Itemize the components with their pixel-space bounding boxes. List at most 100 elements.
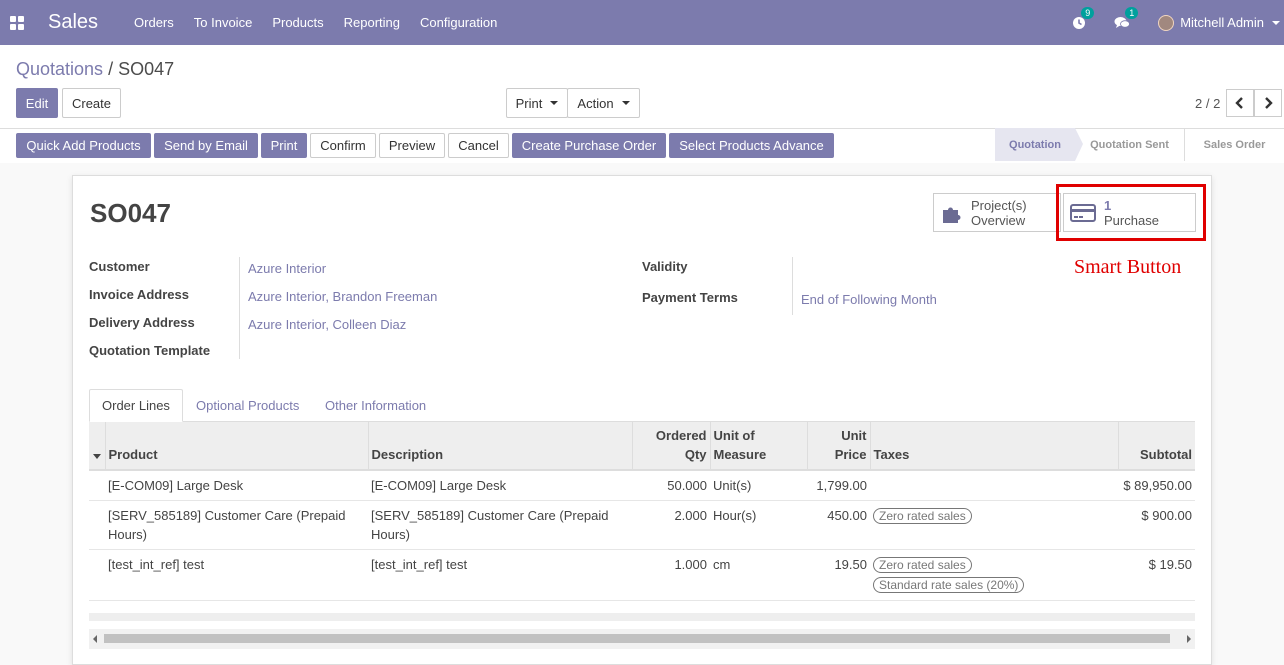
- create-button[interactable]: Create: [62, 88, 121, 118]
- cell-product[interactable]: [E-COM09] Large Desk: [105, 470, 368, 501]
- user-avatar: [1158, 14, 1175, 31]
- menu-products[interactable]: Products: [272, 15, 323, 30]
- cancel-button[interactable]: Cancel: [448, 133, 509, 158]
- cell-uom[interactable]: Unit(s): [710, 470, 807, 501]
- smart-button-highlight-box: [1056, 184, 1206, 241]
- horizontal-scrollbar[interactable]: [89, 629, 1195, 649]
- cell-price[interactable]: 450.00: [807, 500, 870, 550]
- tab-order-lines[interactable]: Order Lines: [89, 389, 183, 422]
- delivery-address-label: Delivery Address: [89, 315, 195, 330]
- caret-down-icon: [550, 101, 559, 105]
- payment-terms-label: Payment Terms: [642, 290, 738, 305]
- table-row[interactable]: [test_int_ref] test [test_int_ref] test …: [89, 549, 1195, 601]
- header-subtotal[interactable]: Subtotal: [1117, 422, 1195, 471]
- table-row[interactable]: [E-COM09] Large Desk [E-COM09] Large Des…: [89, 470, 1195, 501]
- pager-next[interactable]: [1254, 89, 1282, 117]
- cell-taxes[interactable]: [870, 470, 1118, 501]
- stage-quotation[interactable]: Quotation: [995, 128, 1083, 161]
- sort-column[interactable]: [89, 422, 105, 471]
- send-by-email-button[interactable]: Send by Email: [154, 133, 258, 158]
- quick-add-products-button[interactable]: Quick Add Products: [16, 133, 151, 158]
- create-purchase-order-button[interactable]: Create Purchase Order: [512, 133, 666, 158]
- right-group-divider: [792, 257, 793, 315]
- activity-count-badge: 9: [1081, 6, 1095, 19]
- breadcrumb: Quotations / SO047: [16, 59, 174, 80]
- cell-description[interactable]: [test_int_ref] test: [368, 549, 632, 601]
- cell-product[interactable]: [test_int_ref] test: [105, 549, 368, 601]
- menu-reporting[interactable]: Reporting: [344, 15, 400, 30]
- header-product[interactable]: Product: [104, 422, 368, 471]
- top-navbar: Sales Orders To Invoice Products Reporti…: [0, 0, 1284, 45]
- form-sheet: SO047 Project(s) Overview 1 Purchase Sma…: [72, 175, 1212, 665]
- cell-price[interactable]: 1,799.00: [807, 470, 870, 501]
- delivery-address-field[interactable]: Azure Interior, Colleen Diaz: [248, 317, 406, 332]
- pager-previous[interactable]: [1226, 89, 1254, 117]
- cell-description[interactable]: [SERV_585189] Customer Care (Prepaid Hou…: [368, 500, 632, 550]
- activity-button[interactable]: 9: [1072, 6, 1095, 30]
- message-count-badge: 1: [1125, 6, 1139, 19]
- cell-uom[interactable]: cm: [710, 549, 807, 601]
- scroll-right-icon[interactable]: [1187, 635, 1191, 643]
- preview-button[interactable]: Preview: [379, 133, 445, 158]
- header-taxes[interactable]: Taxes: [869, 422, 1118, 471]
- breadcrumb-quotations[interactable]: Quotations: [16, 59, 103, 79]
- table-row[interactable]: [SERV_585189] Customer Care (Prepaid Hou…: [89, 500, 1195, 550]
- cell-product[interactable]: [SERV_585189] Customer Care (Prepaid Hou…: [105, 500, 368, 550]
- tab-other-information[interactable]: Other Information: [325, 389, 426, 422]
- main-menu: Orders To Invoice Products Reporting Con…: [134, 15, 517, 30]
- header-unit-of-measure[interactable]: Unit of Measure: [709, 422, 807, 471]
- breadcrumb-current: SO047: [118, 59, 175, 79]
- cell-qty[interactable]: 50.000: [632, 470, 710, 501]
- action-dropdown-label: Action: [577, 95, 614, 111]
- stage-sales-order-label: Sales Order: [1203, 138, 1266, 151]
- control-panel: Quotations / SO047 Edit Create Print Act…: [0, 45, 1284, 163]
- order-lines-table: Product Description Ordered Qty Unit of Me…: [89, 422, 1195, 601]
- confirm-button[interactable]: Confirm: [310, 133, 376, 158]
- stage-quotation-sent-label: Quotation Sent: [1090, 138, 1169, 151]
- stage-sales-order[interactable]: Sales Order: [1185, 128, 1284, 161]
- stage-quotation-label: Quotation: [1009, 138, 1061, 151]
- cell-price[interactable]: 19.50: [807, 549, 870, 601]
- projects-overview-line2: Overview: [971, 212, 1026, 228]
- projects-overview-smart-button[interactable]: Project(s) Overview: [933, 193, 1061, 232]
- print-dropdown[interactable]: Print: [506, 88, 568, 118]
- cell-uom[interactable]: Hour(s): [710, 500, 807, 550]
- action-dropdown[interactable]: Action: [567, 88, 640, 118]
- cell-subtotal: $ 89,950.00: [1118, 470, 1195, 501]
- menu-orders[interactable]: Orders: [134, 15, 174, 30]
- app-title[interactable]: Sales: [48, 11, 98, 34]
- select-products-advance-button[interactable]: Select Products Advance: [669, 133, 834, 158]
- menu-to-invoice[interactable]: To Invoice: [194, 15, 253, 30]
- scrollbar-thumb[interactable]: [104, 634, 1170, 643]
- cell-description[interactable]: [E-COM09] Large Desk: [368, 470, 632, 501]
- cell-taxes[interactable]: Zero rated sales: [870, 500, 1118, 550]
- print-dropdown-label: Print: [515, 95, 543, 111]
- menu-configuration[interactable]: Configuration: [420, 15, 497, 30]
- print-button[interactable]: Print: [261, 133, 307, 158]
- invoice-address-field[interactable]: Azure Interior, Brandon Freeman: [248, 289, 437, 304]
- payment-terms-field[interactable]: End of Following Month: [801, 292, 937, 307]
- edit-button[interactable]: Edit: [16, 88, 58, 118]
- apps-menu-icon[interactable]: [10, 15, 24, 30]
- cell-taxes[interactable]: Zero rated sales Standard rate sales (20%…: [870, 549, 1118, 601]
- header-description[interactable]: Description: [367, 422, 632, 471]
- user-menu[interactable]: Mitchell Admin: [1158, 14, 1280, 31]
- tax-tag: Standard rate sales (20%): [873, 577, 1025, 593]
- caret-down-icon: [621, 101, 630, 105]
- breadcrumb-separator: /: [108, 59, 114, 79]
- header-ordered-qty[interactable]: Ordered Qty: [631, 422, 710, 471]
- messages-button[interactable]: 1: [1114, 6, 1139, 30]
- user-name: Mitchell Admin: [1180, 15, 1264, 30]
- customer-field[interactable]: Azure Interior: [248, 261, 326, 276]
- tax-tag: Zero rated sales: [873, 557, 972, 573]
- header-unit-price[interactable]: Unit Price: [806, 422, 870, 471]
- invoice-address-label: Invoice Address: [89, 287, 189, 302]
- scroll-left-icon[interactable]: [93, 635, 97, 643]
- cell-subtotal: $ 19.50: [1118, 549, 1195, 601]
- stage-quotation-sent[interactable]: Quotation Sent: [1075, 128, 1185, 161]
- cell-qty[interactable]: 2.000: [632, 500, 710, 550]
- record-title: SO047: [90, 198, 171, 228]
- cell-qty[interactable]: 1.000: [632, 549, 710, 601]
- header-uom-line1: Unit of: [713, 428, 755, 443]
- tab-optional-products[interactable]: Optional Products: [196, 389, 299, 422]
